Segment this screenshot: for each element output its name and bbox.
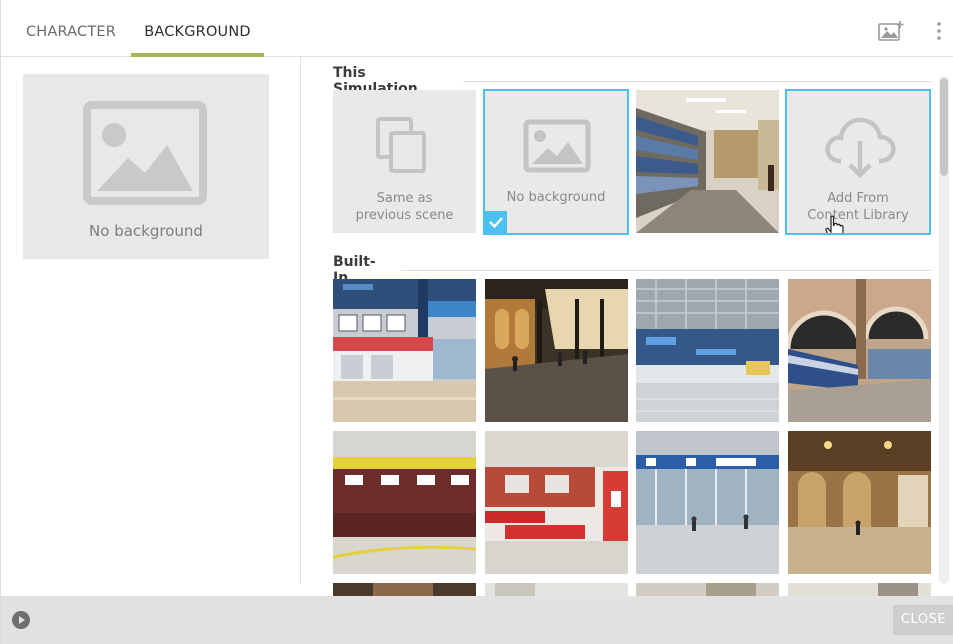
tile-builtin[interactable] xyxy=(485,583,628,596)
tile-builtin[interactable] xyxy=(636,279,779,422)
current-background-panel: No background xyxy=(1,57,301,584)
background-picker-window: CHARACTER BACKGROUND No background This … xyxy=(0,0,953,644)
airport-terminal-hall-photo xyxy=(636,279,779,422)
background-library: This Simulation Same as previous scene N… xyxy=(301,57,953,596)
station-photo xyxy=(788,583,931,596)
scrollbar-thumb[interactable] xyxy=(940,78,948,176)
tile-no-background[interactable]: No background xyxy=(483,89,629,235)
tile-label-line2: previous scene xyxy=(355,208,454,223)
ornate-station-hall-photo xyxy=(788,431,931,574)
tile-builtin[interactable] xyxy=(788,431,931,574)
vertical-dots-icon[interactable] xyxy=(932,20,946,42)
footer-bar: CLOSE xyxy=(1,596,953,644)
tile-library-bookshelves[interactable] xyxy=(636,90,779,233)
current-background-preview: No background xyxy=(23,74,269,259)
cloud-download-icon xyxy=(825,117,896,179)
station-photo xyxy=(636,583,779,596)
section-divider xyxy=(400,269,931,271)
tile-builtin[interactable] xyxy=(333,431,476,574)
section-divider xyxy=(462,80,931,82)
train-station-arcade-photo xyxy=(485,279,628,422)
ticket-counters-photo xyxy=(333,431,476,574)
waiting-area-red-chairs-photo xyxy=(485,431,628,574)
tile-builtin[interactable] xyxy=(788,279,931,422)
station-photo xyxy=(485,583,628,596)
tile-builtin[interactable] xyxy=(333,583,476,596)
image-placeholder-icon xyxy=(83,101,207,205)
tab-character-label: CHARACTER xyxy=(25,24,117,40)
preview-label: No background xyxy=(89,222,203,240)
play-icon[interactable] xyxy=(11,610,31,630)
tab-background[interactable]: BACKGROUND xyxy=(131,0,264,57)
vertical-scrollbar[interactable] xyxy=(939,76,949,584)
tile-builtin[interactable] xyxy=(485,279,628,422)
tab-character[interactable]: CHARACTER xyxy=(15,0,127,57)
tile-label-line1: Add From xyxy=(827,191,889,206)
selected-check-badge xyxy=(485,211,507,233)
tile-builtin[interactable] xyxy=(636,583,779,596)
tile-builtin[interactable] xyxy=(636,431,779,574)
tile-same-as-previous[interactable]: Same as previous scene xyxy=(333,90,476,233)
tile-label: No background xyxy=(506,190,606,205)
tile-label-line1: Same as xyxy=(376,191,433,206)
copy-icon xyxy=(376,117,426,173)
train-station-platform-photo xyxy=(788,279,931,422)
airport-checkin-counters-photo xyxy=(333,279,476,422)
hand-cursor-icon xyxy=(825,215,844,233)
image-placeholder-icon xyxy=(523,119,591,173)
tile-builtin[interactable] xyxy=(333,279,476,422)
library-bookshelves-photo xyxy=(636,90,779,233)
station-photo xyxy=(333,583,476,596)
tab-bar: CHARACTER BACKGROUND xyxy=(1,0,953,57)
tile-builtin[interactable] xyxy=(788,583,931,596)
tile-builtin[interactable] xyxy=(485,431,628,574)
tile-label-line2: Content Library xyxy=(807,208,909,223)
checkmark-icon xyxy=(489,217,503,229)
add-image-icon[interactable] xyxy=(878,20,906,42)
terminal-gates-photo xyxy=(636,431,779,574)
tile-add-from-content-library[interactable]: Add From Content Library xyxy=(785,89,931,235)
tab-background-label: BACKGROUND xyxy=(144,24,251,40)
close-button[interactable]: CLOSE xyxy=(893,605,953,635)
